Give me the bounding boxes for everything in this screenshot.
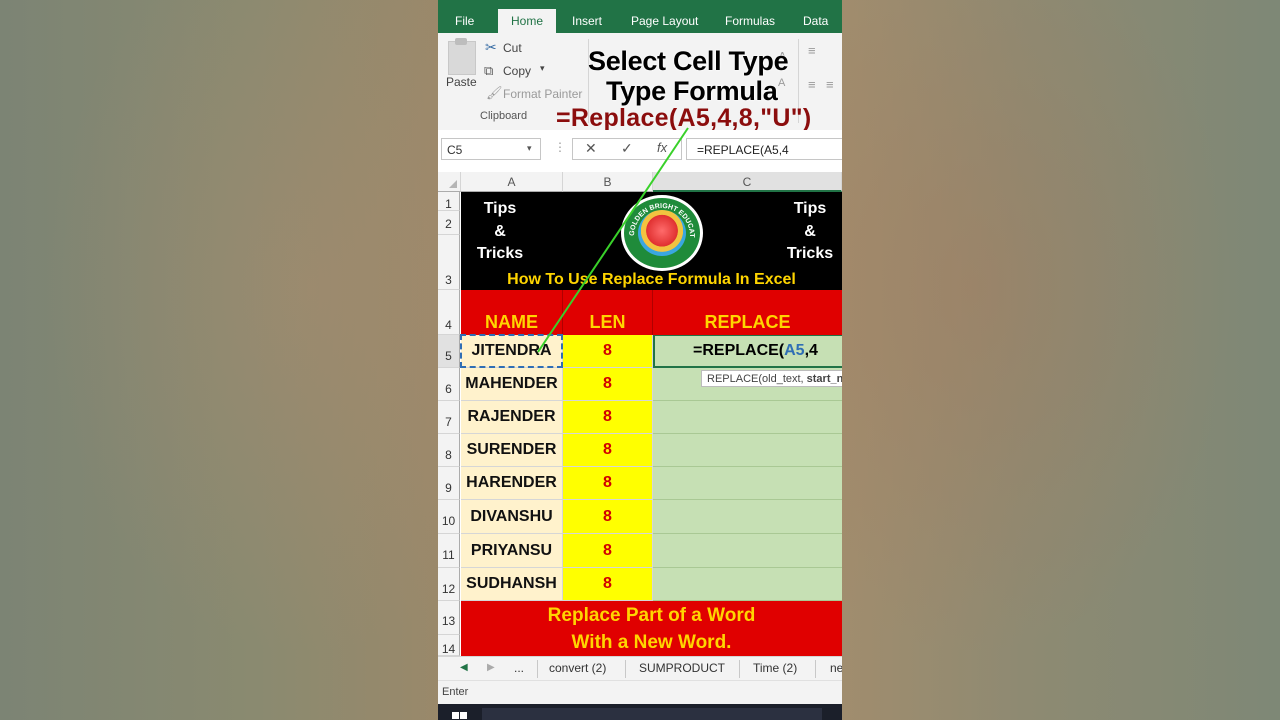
taskbar — [438, 704, 842, 720]
tab-divider — [537, 660, 538, 678]
excel-window: File Home Insert Page Layout Formulas Da… — [438, 0, 842, 720]
status-bar: Enter — [438, 680, 842, 704]
scroll-right-icon[interactable]: ▶ — [487, 657, 495, 681]
sheet-tabs-more[interactable]: ... — [514, 657, 524, 681]
windows-start-icon[interactable] — [452, 712, 468, 720]
scroll-left-icon[interactable]: ◀ — [460, 657, 468, 681]
background-right — [842, 0, 1280, 720]
tab-divider — [625, 660, 626, 678]
tab-divider — [739, 660, 740, 678]
tab-divider — [815, 660, 816, 678]
sheet-tab-sumproduct[interactable]: SUMPRODUCT — [639, 657, 725, 681]
sheet-tab-time-2[interactable]: Time (2) — [753, 657, 797, 681]
pointer-line — [537, 127, 689, 353]
sheet-tab-convert-2[interactable]: convert (2) — [549, 657, 606, 681]
sheet-tab-bar: ◀ ▶ ... convert (2) SUMPRODUCT Time (2) … — [438, 656, 842, 681]
sheet-tab-next[interactable]: ne — [830, 657, 842, 681]
background-left — [0, 0, 438, 720]
taskbar-search[interactable] — [482, 708, 822, 720]
